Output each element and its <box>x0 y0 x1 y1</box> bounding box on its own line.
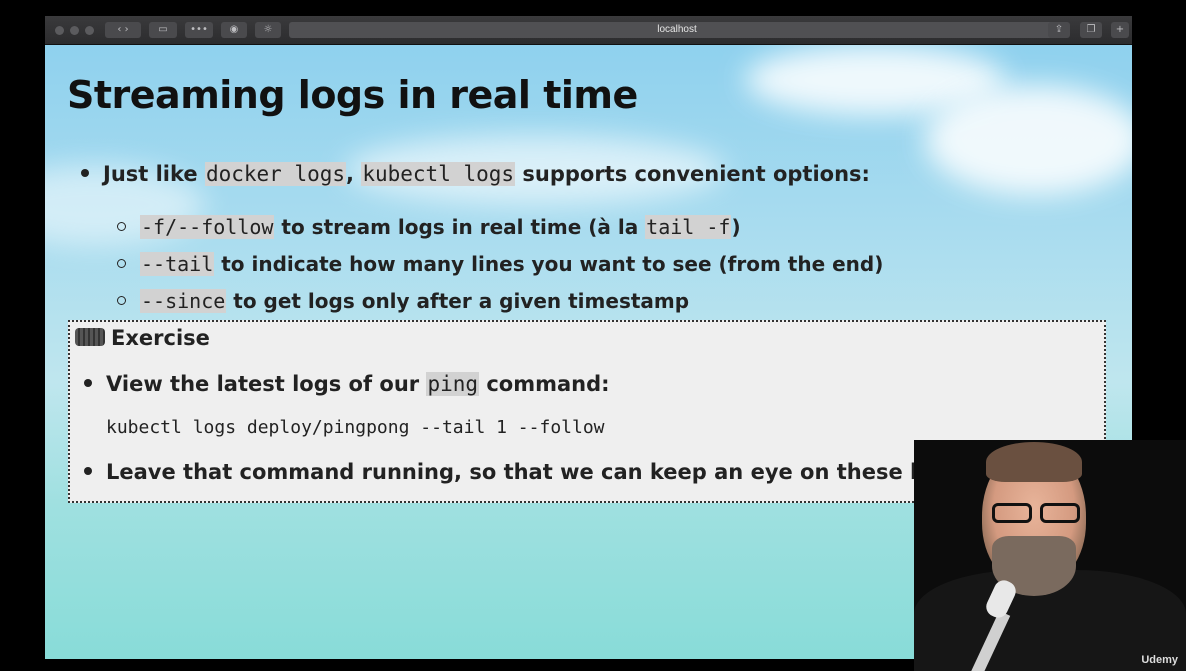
cloud <box>925 85 1132 195</box>
slide-title: Streaming logs in real time <box>67 73 638 117</box>
presenter-hair <box>986 442 1082 482</box>
intro-bullet: Just like docker logs, kubectl logs supp… <box>81 162 870 186</box>
inline-code: docker logs <box>204 162 347 186</box>
option-tail: --tail to indicate how many lines you wa… <box>117 252 883 276</box>
bullet-dot <box>84 467 92 475</box>
new-tab-icon[interactable]: + <box>1111 22 1129 38</box>
inline-code: --since <box>140 289 227 313</box>
exercise-item-view: View the latest logs of our ping command… <box>84 372 610 396</box>
keyboard-icon <box>75 328 105 346</box>
bullet-ring <box>117 222 126 231</box>
option-follow: -f/--follow to stream logs in real time … <box>117 215 741 239</box>
udemy-watermark: Udemy <box>1141 654 1178 666</box>
extension-icon[interactable]: ◉ <box>221 22 247 38</box>
share-icon[interactable]: ⇪ <box>1048 22 1070 38</box>
inline-code: ping <box>426 372 480 396</box>
inline-code: --tail <box>140 252 215 276</box>
tabs-icon[interactable]: ❐ <box>1080 22 1102 38</box>
option-since: --since to get logs only after a given t… <box>117 289 689 313</box>
bullet-ring <box>117 296 126 305</box>
close-window-icon[interactable] <box>55 26 64 35</box>
address-bar[interactable]: localhost ↻ <box>289 22 1065 38</box>
url-text: localhost <box>657 24 697 35</box>
exercise-item-leave: Leave that command running, so that we c… <box>84 460 959 484</box>
sidebar-icon[interactable]: ▭ <box>149 22 177 38</box>
minimize-window-icon[interactable] <box>70 26 79 35</box>
browser-toolbar: ‹ › ▭ ••• ◉ ☼ localhost ↻ ⇪ ❐ + <box>45 16 1132 45</box>
more-icon[interactable]: ••• <box>185 22 213 38</box>
command-line: kubectl logs deploy/pingpong --tail 1 --… <box>106 417 605 438</box>
presenter-webcam: Udemy <box>914 440 1186 671</box>
back-forward-button[interactable]: ‹ › <box>105 22 141 38</box>
bullet-ring <box>117 259 126 268</box>
zoom-window-icon[interactable] <box>85 26 94 35</box>
inline-code: -f/--follow <box>140 215 275 239</box>
glasses-icon <box>988 503 1084 525</box>
reader-icon[interactable]: ☼ <box>255 22 281 38</box>
exercise-title: Exercise <box>75 326 210 350</box>
inline-code: kubectl logs <box>361 162 516 186</box>
bullet-dot <box>84 379 92 387</box>
inline-code: tail -f <box>645 215 732 239</box>
bullet-dot <box>81 169 89 177</box>
